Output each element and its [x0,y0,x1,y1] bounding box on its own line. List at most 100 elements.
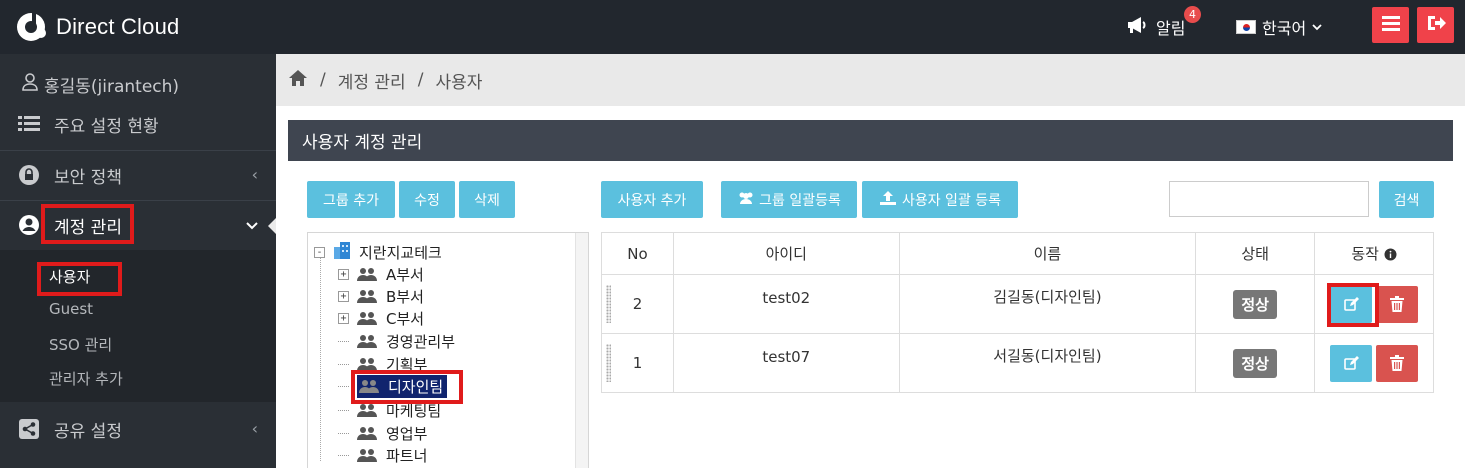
status-badge: 정상 [1233,348,1277,378]
current-user[interactable]: 홍길동(jirantech) [22,72,179,97]
brand-name: Direct Cloud [56,14,180,39]
expand-icon[interactable]: + [338,312,349,324]
user-table: No 아이디 이름 상태 동작 2 test02 김길동(디자인팀) 정상 1 … [601,232,1434,393]
cell-actions [1314,333,1434,393]
sidebar-item-security-policy[interactable]: 보안 정책 ‹ [0,155,276,195]
highlight-box [351,370,463,404]
tree-connector [338,340,349,342]
tree-node[interactable]: + A부서 [338,263,424,285]
column-header-action: 동작 [1314,232,1434,275]
cell-name: 김길동(디자인팀) [898,274,1197,334]
add-group-button[interactable]: 그룹 추가 [307,181,395,218]
group-icon [357,267,377,281]
sidebar-item-share-settings[interactable]: 공유 설정 ‹ [0,409,276,449]
tree-root[interactable]: - 지란지교테크 [314,241,442,263]
tree-node-label: 영업부 [386,424,428,443]
tree-line [320,253,321,461]
highlight-box [1327,283,1379,327]
search-input[interactable] [1169,181,1369,217]
tree-scrollbar[interactable] [575,233,588,468]
group-tree: - 지란지교테크 + A부서 + B부서 + C부서 경영관리부 기획부 디자인… [307,232,589,468]
tree-connector [338,363,349,365]
tree-connector [338,432,349,434]
action-header-label: 동작 [1351,244,1379,263]
cell-id: test02 [672,274,900,334]
language-dropdown[interactable]: 한국어 [1236,0,1322,54]
expand-icon[interactable]: + [338,268,349,280]
brand-logo[interactable]: Direct Cloud [14,9,179,45]
sidebar: 홍길동(jirantech) 주요 설정 현황 보안 정책 ‹ 계정 관리 사용… [0,54,276,468]
chevron-left-icon: ‹ [251,165,258,184]
users-icon [737,191,755,209]
cloud-logo-icon [14,9,50,45]
menu-button[interactable] [1372,7,1409,43]
tree-node[interactable]: + B부서 [338,285,424,307]
tree-node[interactable]: 파트너 [338,444,427,466]
collapse-icon[interactable]: - [314,246,325,258]
column-header-no[interactable]: No [601,232,674,275]
submenu-item-sso[interactable]: SSO 관리 [49,334,112,355]
cell-no: 2 [601,274,674,334]
lock-icon [18,164,40,186]
add-user-button[interactable]: 사용자 추가 [601,181,703,218]
tree-node[interactable]: 경영관리부 [338,330,455,352]
top-bar: Direct Cloud 알림 4 한국어 [0,0,1465,54]
home-icon[interactable] [288,69,308,92]
delete-user-button[interactable] [1376,344,1419,382]
breadcrumb-level2: 사용자 [435,72,483,93]
tree-connector [338,454,349,456]
tree-node[interactable]: + C부서 [338,307,424,329]
user-circle-icon [18,214,40,236]
breadcrumb-separator: / [417,70,424,90]
alarm-count-badge: 4 [1184,6,1201,23]
column-header-id[interactable]: 아이디 [672,232,900,275]
column-header-status[interactable]: 상태 [1195,232,1316,275]
user-bulk-register-button[interactable]: 사용자 일괄 등록 [862,181,1018,218]
cell-no-value: 2 [632,295,643,313]
delete-group-button[interactable]: 삭제 [459,181,515,218]
group-bulk-register-button[interactable]: 그룹 일괄등록 [721,181,857,218]
drag-handle-icon[interactable] [606,285,611,323]
submenu-item-guest[interactable]: Guest [49,300,93,318]
sidebar-item-overview[interactable]: 주요 설정 현황 [0,104,276,144]
edit-user-button[interactable] [1330,344,1373,382]
breadcrumb-level1[interactable]: 계정 관리 [338,68,406,93]
submenu-item-add-admin[interactable]: 관리자 추가 [49,368,123,389]
column-header-name[interactable]: 이름 [898,232,1197,275]
table-row[interactable]: 2 test02 김길동(디자인팀) 정상 [601,274,1434,334]
group-icon [357,426,377,440]
table-header-row: No 아이디 이름 상태 동작 [601,232,1434,275]
cell-status: 정상 [1195,274,1316,334]
search-button[interactable]: 검색 [1379,181,1434,218]
delete-user-button[interactable] [1376,285,1419,323]
tree-node-label: 파트너 [386,446,428,465]
info-icon[interactable] [1384,247,1397,265]
sign-out-icon [1426,14,1446,36]
sidebar-divider [0,150,276,151]
table-row[interactable]: 1 test07 서길동(디자인팀) 정상 [601,333,1434,393]
building-icon [333,241,351,263]
edit-group-button[interactable]: 수정 [399,181,455,218]
cell-no-value: 1 [632,354,643,372]
drag-handle-icon[interactable] [606,344,611,382]
chevron-left-icon: ‹ [251,419,258,438]
tree-node-label: B부서 [386,287,424,306]
expand-icon[interactable]: + [338,290,349,302]
tree-node[interactable]: 영업부 [338,422,427,444]
sidebar-item-label: 보안 정책 [54,167,122,188]
alarm-button[interactable]: 알림 4 [1126,0,1201,54]
list-icon [18,113,40,135]
highlight-box [37,262,122,296]
trash-icon [1390,354,1405,371]
group-icon [357,334,377,348]
sidebar-item-label: 공유 설정 [54,421,122,442]
group-icon [357,448,377,462]
tree-connector [338,409,349,411]
user-name: 홍길동(jirantech) [44,77,180,97]
language-label: 한국어 [1262,19,1307,38]
logout-button[interactable] [1417,7,1454,43]
megaphone-icon [1126,16,1148,38]
tree-connector [338,385,349,387]
status-badge: 정상 [1233,289,1277,319]
panel-title: 사용자 계정 관리 [288,120,1453,161]
